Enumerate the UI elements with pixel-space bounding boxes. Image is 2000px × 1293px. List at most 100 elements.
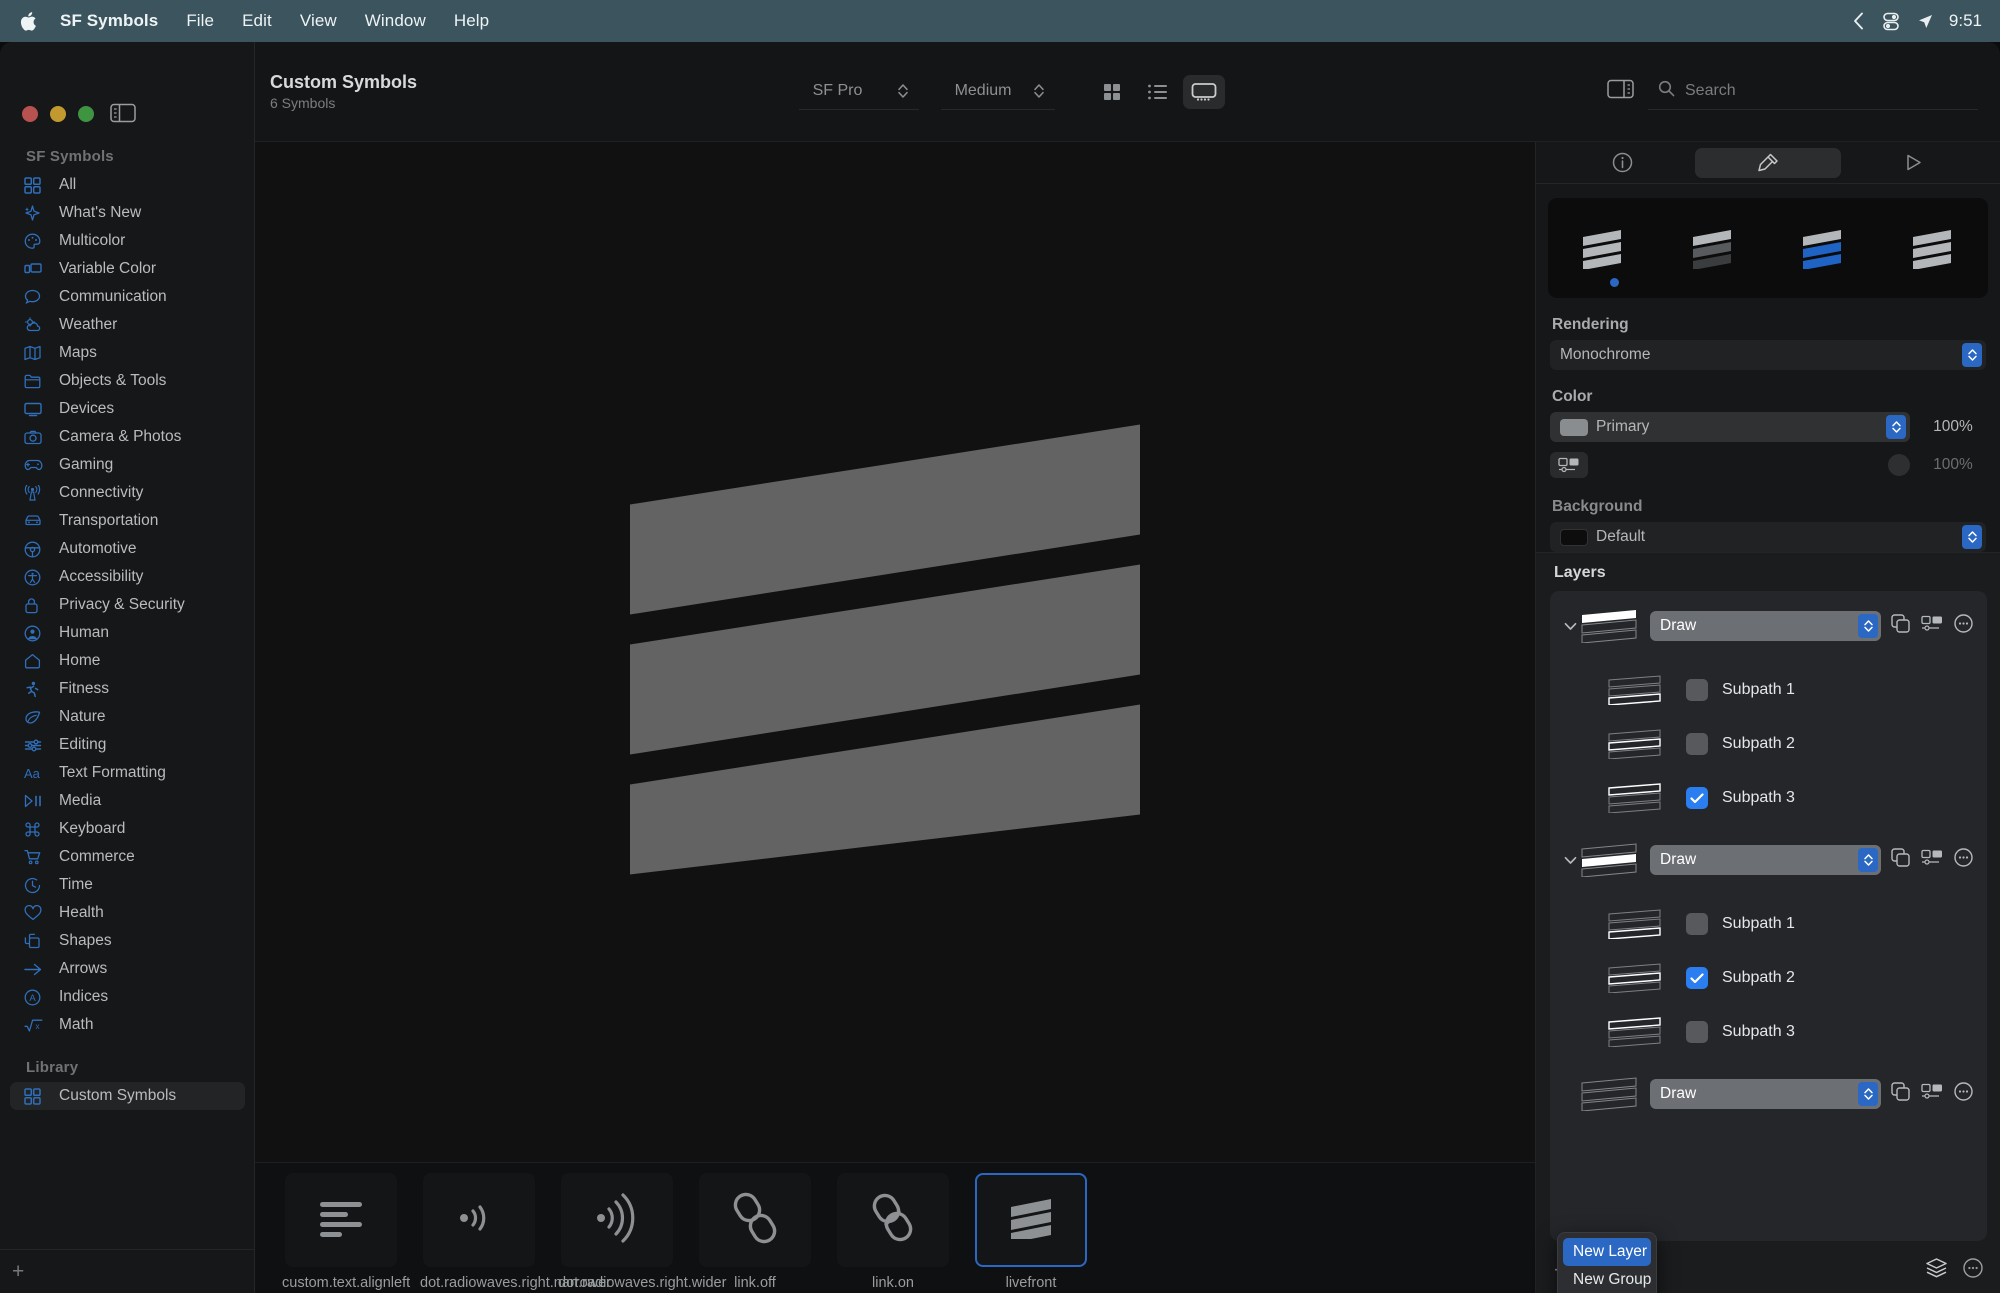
rendering-popup[interactable]: Monochrome [1550,340,1986,370]
menu-item-view[interactable]: View [300,11,337,31]
menu-bar-clock[interactable]: 9:51 [1949,11,1982,31]
menu-item-help[interactable]: Help [454,11,489,31]
apple-logo-icon[interactable] [18,10,38,32]
primary-opacity-field[interactable]: 100% [1920,412,1986,442]
context-menu-item-new-group[interactable]: New Group [1563,1266,1651,1293]
menu-item-window[interactable]: Window [365,11,426,31]
sidebar-item-connectivity[interactable]: Connectivity [10,479,245,507]
gallery-item-dot-radiowaves-right-narrower[interactable]: dot.radiowaves.right.narrower [420,1173,611,1292]
location-arrow-icon[interactable] [1918,14,1933,29]
subpath-row[interactable]: Subpath 2 [1550,951,1987,1005]
sidebar-item-camera-photos[interactable]: Camera & Photos [10,423,245,451]
sidebar-item-accessibility[interactable]: Accessibility [10,563,245,591]
subpath-row[interactable]: Subpath 1 [1550,663,1987,717]
subpath-checkbox[interactable] [1686,913,1708,935]
layer-type-popup[interactable]: Draw [1650,1079,1881,1109]
layer-type-popup[interactable]: Draw [1650,611,1881,641]
search-input[interactable]: Search [1648,74,1978,110]
sidebar-item-maps[interactable]: Maps [10,339,245,367]
sidebar-item-home[interactable]: Home [10,647,245,675]
subpath-checkbox[interactable] [1686,679,1708,701]
sidebar-item-time[interactable]: Time [10,871,245,899]
gallery-tile[interactable] [561,1173,673,1267]
sidebar-item-shapes[interactable]: Shapes [10,927,245,955]
duplicate-layer-icon[interactable] [1891,614,1910,638]
sidebar-item-health[interactable]: Health [10,899,245,927]
menu-item-edit[interactable]: Edit [242,11,272,31]
sidebar-item-multicolor[interactable]: Multicolor [10,227,245,255]
sidebar-item-arrows[interactable]: Arrows [10,955,245,983]
sidebar-toggle-icon[interactable] [110,102,136,124]
layer-options-icon[interactable] [1921,849,1943,871]
context-menu-item-new-layer[interactable]: New Layer [1563,1238,1651,1266]
gallery-tile[interactable] [285,1173,397,1267]
layer-type-popup[interactable]: Draw [1650,845,1881,875]
subpath-row[interactable]: Subpath 3 [1550,1005,1987,1059]
sidebar-item-objects-tools[interactable]: Objects & Tools [10,367,245,395]
new-layer-context-menu[interactable]: New Layer New Group [1557,1232,1657,1293]
sidebar-scroll[interactable]: SF Symbols All What's New Multicolor Var… [0,142,255,1252]
subpath-row[interactable]: Subpath 1 [1550,897,1987,951]
sidebar-item-devices[interactable]: Devices [10,395,245,423]
gallery-item-custom-text-alignleft[interactable]: custom.text.alignleft [282,1173,410,1292]
grid-view-icon[interactable] [1091,75,1133,109]
subpath-checkbox[interactable] [1686,733,1708,755]
gallery-item-link-off[interactable]: link.off [699,1173,811,1292]
menu-item-file[interactable]: File [186,11,214,31]
info-tab[interactable] [1550,148,1695,178]
zoom-button[interactable] [78,106,94,122]
inspector-toggle-icon[interactable] [1607,78,1634,105]
palette-preview[interactable] [1799,227,1847,274]
sidebar-item-human[interactable]: Human [10,619,245,647]
subpath-row[interactable]: Subpath 2 [1550,717,1987,771]
primary-color-popup[interactable]: Primary [1550,412,1910,442]
add-library-button[interactable]: + [12,1261,24,1282]
subpath-checkbox[interactable] [1686,1021,1708,1043]
sidebar-item-media[interactable]: Media [10,787,245,815]
sidebar-item-all[interactable]: All [10,171,245,199]
subpath-checkbox[interactable] [1686,787,1708,809]
more-options-icon[interactable] [1954,614,1973,638]
symbol-canvas[interactable] [255,142,1535,1162]
sidebar-item-communication[interactable]: Communication [10,283,245,311]
animation-tab[interactable] [1841,148,1986,178]
gallery-item-livefront[interactable]: livefront [975,1173,1087,1292]
sidebar-item-text-formatting[interactable]: Aa Text Formatting [10,759,245,787]
sidebar-item-custom-symbols[interactable]: Custom Symbols [10,1082,245,1110]
layer-group-row[interactable]: Draw [1550,1071,1987,1117]
layer-options-icon[interactable] [1921,615,1943,637]
gallery-tile[interactable] [975,1173,1087,1267]
chevron-down-icon[interactable] [1560,622,1580,631]
hierarchical-preview[interactable] [1689,227,1737,274]
layer-options-icon[interactable] [1550,452,1588,478]
monochrome-preview[interactable] [1579,227,1627,274]
sidebar-item-keyboard[interactable]: Keyboard [10,815,245,843]
layer-group-row[interactable]: Draw [1550,837,1987,883]
layers-stack-icon[interactable] [1926,1257,1947,1283]
duplicate-layer-icon[interactable] [1891,848,1910,872]
sidebar-item-gaming[interactable]: Gaming [10,451,245,479]
more-options-icon[interactable] [1954,848,1973,872]
list-view-icon[interactable] [1137,75,1179,109]
more-options-icon[interactable] [1963,1257,1983,1283]
background-popup[interactable]: Default [1550,522,1986,552]
font-family-popup[interactable]: SF Pro [798,74,919,110]
sidebar-item-editing[interactable]: Editing [10,731,245,759]
close-button[interactable] [22,106,38,122]
gallery-item-dot-radiowaves-right-wider[interactable]: dot.radiowaves.right.wider [558,1173,726,1292]
multicolor-preview[interactable] [1909,227,1957,274]
chevron-down-icon[interactable] [1560,856,1580,865]
sidebar-item-commerce[interactable]: Commerce [10,843,245,871]
sidebar-item-nature[interactable]: Nature [10,703,245,731]
sidebar-item-weather[interactable]: Weather [10,311,245,339]
gallery-view-icon[interactable] [1183,74,1226,109]
control-center-icon[interactable] [1880,10,1902,32]
sidebar-item-transportation[interactable]: Transportation [10,507,245,535]
sidebar-item-indices[interactable]: A Indices [10,983,245,1011]
duplicate-layer-icon[interactable] [1891,1082,1910,1106]
minimize-button[interactable] [50,106,66,122]
more-options-icon[interactable] [1954,1082,1973,1106]
chevron-left-icon[interactable] [1853,12,1864,30]
secondary-opacity-knob[interactable] [1888,454,1910,476]
layers-list[interactable]: Draw Subpath 1 Subpath 2 Subpath 3 Draw … [1550,591,1987,1241]
